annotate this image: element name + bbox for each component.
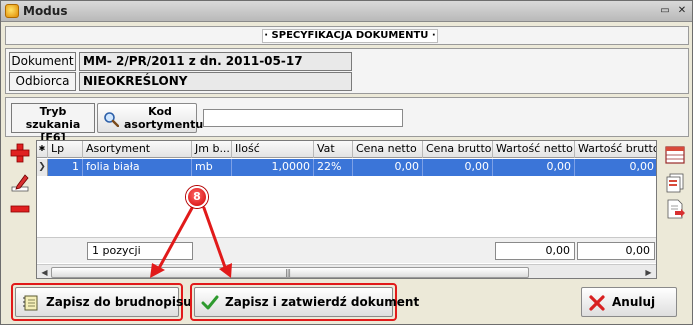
app-icon — [5, 4, 19, 18]
col-wartosc-netto[interactable]: Wartość netto — [493, 141, 575, 158]
item-count: 1 pozycji — [87, 242, 193, 260]
horizontal-scrollbar[interactable]: ◀ ||| ▶ — [37, 264, 656, 278]
checkmark-icon — [201, 295, 219, 310]
cell-wartosc-netto: 0,00 — [493, 159, 575, 176]
magnifier-icon — [104, 112, 119, 127]
product-code-label-2: asortymentu — [124, 118, 204, 131]
sum-brutto: 0,00 — [577, 242, 655, 260]
document-info-panel: Dokument MM- 2/PR/2011 z dn. 2011-05-17 … — [5, 48, 689, 94]
search-mode-label: Tryb szukania — [25, 105, 81, 131]
document-value: MM- 2/PR/2011 z dn. 2011-05-17 — [79, 52, 352, 71]
section-header: · SPECYFIKACJA DOKUMENTU · — [5, 26, 689, 45]
restore-icon[interactable]: ▭ — [659, 5, 671, 17]
col-ilosc[interactable]: Ilość — [232, 141, 314, 158]
cell-wartosc-brutto: 0,00 — [575, 159, 656, 176]
cancel-label: Anuluj — [612, 295, 656, 309]
col-cena-netto[interactable]: Cena netto — [353, 141, 423, 158]
notebook-icon — [23, 295, 38, 311]
cell-lp: 1 — [48, 159, 83, 176]
documents-icon[interactable] — [664, 172, 686, 194]
table-view-icon[interactable] — [664, 144, 686, 166]
document-label: Dokument — [9, 52, 76, 71]
sum-netto: 0,00 — [495, 242, 575, 260]
items-grid: ✱ Lp Asortyment Jm b... Ilość Vat Cena n… — [36, 140, 657, 279]
row-indicator-icon: ❯ — [37, 159, 48, 176]
product-code-button[interactable]: Kod asortymentu — [97, 103, 204, 133]
grid-footer: 1 pozycji 0,00 0,00 — [37, 237, 656, 263]
save-and-confirm-button[interactable]: Zapisz i zatwierdź dokument — [194, 287, 419, 317]
left-toolbar — [5, 140, 35, 280]
save-draft-button[interactable]: Zapisz do brudnopisu — [15, 287, 192, 317]
remove-icon[interactable] — [9, 198, 31, 220]
grid-header: ✱ Lp Asortyment Jm b... Ilość Vat Cena n… — [37, 141, 656, 158]
col-wartosc-brutto[interactable]: Wartość brutto — [575, 141, 656, 158]
close-icon[interactable]: ✕ — [676, 5, 688, 17]
scroll-left-icon[interactable]: ◀ — [39, 267, 50, 278]
cell-asortyment: folia biała — [83, 159, 192, 176]
col-cena-brutto[interactable]: Cena brutto — [423, 141, 493, 158]
section-title: · SPECYFIKACJA DOKUMENTU · — [262, 29, 438, 43]
export-document-icon[interactable] — [664, 198, 686, 220]
title-bar: Modus ▭ ✕ — [1, 1, 692, 22]
save-draft-label: Zapisz do brudnopisu — [46, 295, 192, 309]
edit-icon[interactable] — [9, 172, 31, 194]
product-code-label-1: Kod — [148, 105, 172, 118]
col-jm[interactable]: Jm b... — [192, 141, 232, 158]
window-title: Modus — [23, 4, 68, 18]
search-input[interactable] — [203, 109, 403, 127]
recipient-label: Odbiorca — [9, 72, 76, 91]
scroll-right-icon[interactable]: ▶ — [643, 267, 654, 278]
cell-ilosc: 1,0000 — [232, 159, 314, 176]
cancel-button[interactable]: Anuluj — [581, 287, 677, 317]
table-row[interactable]: ❯ 1 folia biała mb 1,0000 22% 0,00 0,00 … — [37, 159, 656, 176]
cancel-x-icon — [589, 295, 605, 311]
cell-vat: 22% — [314, 159, 353, 176]
cell-jm: mb — [192, 159, 232, 176]
header-indicator: ✱ — [37, 141, 48, 158]
save-and-confirm-label: Zapisz i zatwierdź dokument — [225, 295, 420, 309]
col-lp[interactable]: Lp — [48, 141, 83, 158]
right-toolbar — [658, 140, 688, 280]
col-vat[interactable]: Vat — [314, 141, 353, 158]
modus-window: Modus ▭ ✕ · SPECYFIKACJA DOKUMENTU · Dok… — [0, 0, 693, 325]
step-badge: 8 — [186, 186, 208, 208]
cell-cena-brutto: 0,00 — [423, 159, 493, 176]
add-icon[interactable] — [9, 142, 31, 164]
cell-cena-netto: 0,00 — [353, 159, 423, 176]
recipient-value: NIEOKREŚLONY — [79, 72, 352, 91]
col-asortyment[interactable]: Asortyment — [83, 141, 192, 158]
search-panel: Tryb szukania [F6] Kod asortymentu — [5, 97, 689, 144]
search-mode-toggle[interactable]: Tryb szukania [F6] — [11, 103, 95, 144]
action-bar: Zapisz do brudnopisu Zapisz i zatwierdź … — [5, 282, 689, 322]
scroll-thumb[interactable]: ||| — [51, 267, 529, 278]
